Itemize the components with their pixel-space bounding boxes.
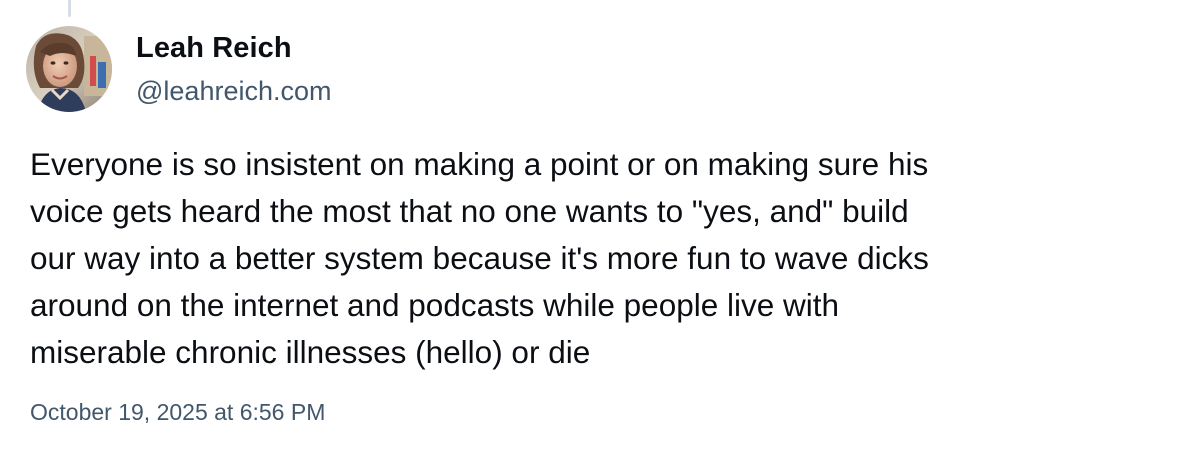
post-text-line: miserable chronic illnesses (hello) or d…	[30, 334, 591, 370]
post-text-line: our way into a better system because it'…	[30, 240, 929, 276]
post-text-line: voice gets heard the most that no one wa…	[30, 193, 909, 229]
author-handle[interactable]: @leahreich.com	[136, 76, 332, 107]
post-timestamp[interactable]: October 19, 2025 at 6:56 PM	[30, 399, 325, 426]
author-name[interactable]: Leah Reich	[136, 32, 292, 65]
author-avatar[interactable]	[26, 26, 112, 112]
avatar-photo-icon	[26, 26, 112, 112]
post-text-line: around on the internet and podcasts whil…	[30, 287, 840, 323]
post-card: Leah Reich @leahreich.com Everyone is so…	[0, 0, 1194, 450]
post-text: Everyone is so insistent on making a poi…	[30, 141, 1170, 376]
post-text-line: Everyone is so insistent on making a poi…	[30, 146, 929, 182]
